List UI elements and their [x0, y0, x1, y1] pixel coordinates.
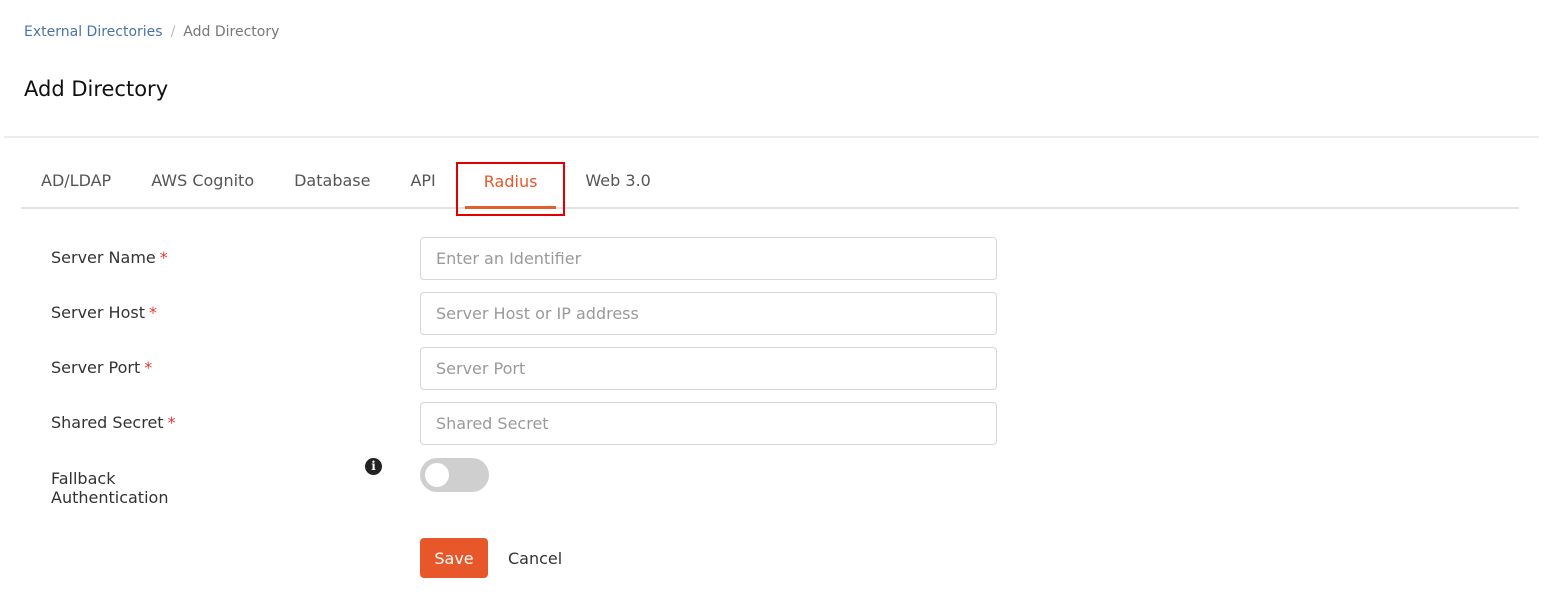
breadcrumb: External Directories / Add Directory — [24, 24, 279, 40]
breadcrumb-external-directories-link[interactable]: External Directories — [24, 24, 163, 40]
tab-database[interactable]: Database — [274, 162, 390, 207]
info-icon[interactable]: i — [365, 458, 382, 475]
tab-web3[interactable]: Web 3.0 — [565, 162, 670, 207]
server-port-label: Server Port * — [51, 358, 153, 377]
tab-api[interactable]: API — [390, 162, 455, 207]
server-name-label: Server Name * — [51, 248, 168, 267]
breadcrumb-current: Add Directory — [183, 24, 280, 40]
server-port-row: Server Port * — [51, 347, 997, 390]
fallback-authentication-toggle[interactable] — [420, 458, 489, 492]
breadcrumb-separator: / — [170, 24, 176, 40]
server-name-row: Server Name * — [51, 237, 997, 280]
shared-secret-row: Shared Secret * — [51, 402, 997, 445]
fallback-authentication-label: Fallback Authentication — [51, 469, 169, 507]
tab-aws-cognito[interactable]: AWS Cognito — [131, 162, 274, 207]
header-divider — [4, 136, 1539, 138]
required-asterisk: * — [144, 358, 153, 377]
toggle-knob — [425, 463, 449, 487]
required-asterisk: * — [167, 413, 176, 432]
server-host-row: Server Host * — [51, 292, 997, 335]
cancel-button[interactable]: Cancel — [500, 538, 570, 578]
page-title: Add Directory — [24, 77, 169, 101]
tab-radius[interactable]: Radius — [455, 162, 566, 216]
shared-secret-label: Shared Secret * — [51, 413, 176, 432]
server-port-input[interactable] — [420, 347, 997, 390]
server-name-input[interactable] — [420, 237, 997, 280]
shared-secret-input[interactable] — [420, 402, 997, 445]
save-button[interactable]: Save — [420, 538, 488, 578]
tab-ad-ldap[interactable]: AD/LDAP — [21, 162, 131, 207]
directory-type-tabs: AD/LDAP AWS Cognito Database API Radius … — [21, 162, 1519, 216]
active-tab-underline — [464, 206, 557, 209]
server-host-label: Server Host * — [51, 303, 157, 322]
tab-radius-label: Radius — [483, 172, 538, 191]
server-host-input[interactable] — [420, 292, 997, 335]
required-asterisk: * — [148, 303, 157, 322]
required-asterisk: * — [159, 248, 168, 267]
